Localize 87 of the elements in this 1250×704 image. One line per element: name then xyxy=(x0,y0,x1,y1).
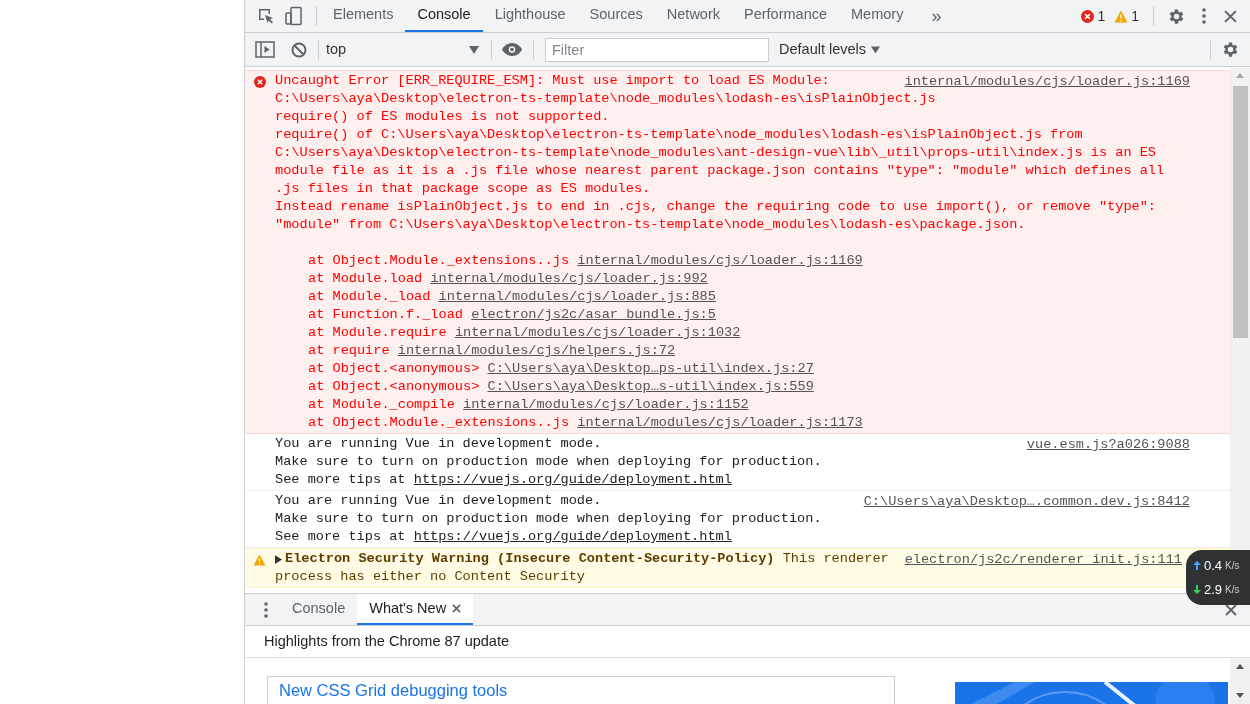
warning-text: process has either no Content Security xyxy=(275,568,585,586)
warning-count: 1 xyxy=(1131,6,1139,26)
stack-frame-text: at Object.<anonymous> xyxy=(308,361,480,376)
feature-title[interactable]: New CSS Grid debugging tools xyxy=(279,681,508,699)
drawer-tab[interactable]: What's New xyxy=(357,594,474,625)
drawer-menu-icon[interactable] xyxy=(264,601,268,618)
stack-frame-link[interactable]: internal/modules/cjs/loader.js:1173 xyxy=(577,415,863,430)
download-speed: 2.9 xyxy=(1204,580,1223,599)
stack-frame-text: at require xyxy=(308,343,390,358)
log-levels-dropdown[interactable]: Default levels xyxy=(779,38,881,61)
message-text: .js files in that package scope as ES modules. xyxy=(275,180,651,198)
warning-title: Electron Security Warning (Insecure Content-Security-Policy) xyxy=(285,550,775,568)
stack-frame-link[interactable]: internal/modules/cjs/loader.js:1152 xyxy=(463,397,749,412)
settings-icon[interactable] xyxy=(1167,6,1186,26)
more-tabs-button[interactable]: » xyxy=(931,2,942,30)
panel-tab[interactable]: Performance xyxy=(732,0,839,32)
message-text: C:\Users\aya\Desktop\electron-ts-template\node_modules\lodash-es\isPlainObject.js xyxy=(275,90,936,108)
drawer-tab[interactable]: Console xyxy=(280,594,358,625)
panel-tab[interactable]: Elements xyxy=(321,0,406,32)
close-icon[interactable] xyxy=(1225,603,1237,616)
speed-unit: K/s xyxy=(1225,582,1240,597)
stack-frame-text: at Module.require xyxy=(308,325,447,340)
clear-console-icon[interactable] xyxy=(291,41,307,58)
issue-counter[interactable]: 1 1 xyxy=(1081,5,1139,27)
message-text: require() of C:\Users\aya\Desktop\electron-ts-template\node_modules\lodash-es\isPlainObject.js from xyxy=(275,126,1083,144)
settings-icon[interactable] xyxy=(1221,40,1240,59)
stack-frame-text: at Module._load xyxy=(308,289,431,304)
message-text: You are running Vue in development mode. xyxy=(275,492,602,510)
speed-unit: K/s xyxy=(1225,559,1240,574)
close-tab-icon[interactable] xyxy=(452,604,462,613)
upload-speed: 0.4 xyxy=(1204,557,1223,575)
error-icon xyxy=(1081,9,1095,23)
error-count: 1 xyxy=(1097,6,1106,26)
stack-frame-link[interactable]: C:\Users\aya\Desktop…ps-util\index.js:27 xyxy=(487,361,814,376)
scroll-down-icon[interactable] xyxy=(1236,693,1244,698)
scrollbar[interactable] xyxy=(1230,658,1250,704)
eye-icon[interactable] xyxy=(502,43,522,56)
menu-icon[interactable] xyxy=(1202,8,1206,24)
panel-tab[interactable]: Sources xyxy=(577,0,655,32)
close-icon[interactable] xyxy=(1224,9,1237,23)
upload-arrow-icon xyxy=(1193,561,1201,571)
stack-frame-link[interactable]: internal/modules/cjs/loader.js:1169 xyxy=(577,253,863,268)
stack-frame-text: at Object.Module._extensions..js xyxy=(308,253,570,268)
stack-frame-text: at Function.f._load xyxy=(308,307,463,322)
caret-icon xyxy=(469,45,479,54)
message-text: Uncaught Error [ERR_REQUIRE_ESM]: Must use import to load ES Module: xyxy=(275,72,830,90)
filter-field[interactable]: Filter xyxy=(545,37,769,62)
message-text: Make sure to turn on production mode when deploying for production. xyxy=(275,510,822,528)
message-text: Make sure to turn on production mode when deploying for production. xyxy=(275,453,822,471)
device-toolbar-icon[interactable] xyxy=(284,6,304,26)
message-text: See more tips at xyxy=(275,472,406,487)
stack-frame-text: at Object.Module._extensions..js xyxy=(308,415,570,430)
download-arrow-icon xyxy=(1193,584,1201,594)
message-text: Instead rename isPlainObject.js to end in .cjs, change the requiring code to use import(), or remove "type": xyxy=(275,198,1157,216)
scroll-up-icon[interactable] xyxy=(1236,664,1244,669)
stack-frame-link[interactable]: internal/modules/cjs/loader.js:992 xyxy=(430,271,708,286)
feature-card[interactable]: New CSS Grid debugging tools xyxy=(267,676,895,704)
inspect-icon[interactable] xyxy=(257,7,275,25)
message-text: "module" from C:\Users\aya\Desktop\electron-ts-template\node_modules\lodash-es\package.json. xyxy=(275,216,1026,234)
stack-frame-text: at Module.load xyxy=(308,271,423,286)
tip-link[interactable]: https://vuejs.org/guide/deployment.html xyxy=(413,529,732,544)
drawer-headline: Highlights from the Chrome 87 update xyxy=(264,631,510,651)
stack-frame-link[interactable]: electron/js2c/asar_bundle.js:5 xyxy=(471,307,716,322)
stack-frame-link[interactable]: internal/modules/cjs/loader.js:885 xyxy=(438,289,716,304)
stack-frame-text: at Module._compile xyxy=(308,397,455,412)
stack-frame-link[interactable]: C:\Users\aya\Desktop…s-util\index.js:559 xyxy=(487,379,814,394)
warning-text: This renderer xyxy=(782,550,889,568)
panel-tab[interactable]: Memory xyxy=(839,0,916,32)
stack-frame-link[interactable]: internal/modules/cjs/helpers.js:72 xyxy=(397,343,676,358)
scrollbar-thumb[interactable] xyxy=(1232,86,1248,338)
message-text: module file as it is a .js file whose nearest parent package.json contains "type": "module" which defines all xyxy=(275,162,1165,180)
panel-tab[interactable]: Network xyxy=(654,0,732,32)
warning-icon xyxy=(253,554,266,566)
message-text: require() of ES modules is not supported. xyxy=(275,108,610,126)
message-text: You are running Vue in development mode. xyxy=(275,435,602,453)
message-text: C:\Users\aya\Desktop\electron-ts-template\node_modules\ant-design-vue\lib\_util\props-util\index.js is an ES xyxy=(275,144,1157,162)
warning-icon xyxy=(1114,9,1129,23)
expand-triangle-icon[interactable] xyxy=(275,554,282,564)
stack-frame-link[interactable]: internal/modules/cjs/loader.js:1032 xyxy=(454,325,741,340)
message-text: See more tips at xyxy=(275,529,406,544)
stack-frame-text: at Object.<anonymous> xyxy=(308,379,480,394)
panel-tab[interactable]: Lighthouse xyxy=(482,0,578,32)
sidebar-toggle-icon[interactable] xyxy=(255,41,275,58)
tip-link[interactable]: https://vuejs.org/guide/deployment.html xyxy=(413,472,732,487)
error-icon xyxy=(254,76,266,88)
context-selector[interactable]: top xyxy=(319,36,481,63)
caret-icon xyxy=(871,45,881,54)
